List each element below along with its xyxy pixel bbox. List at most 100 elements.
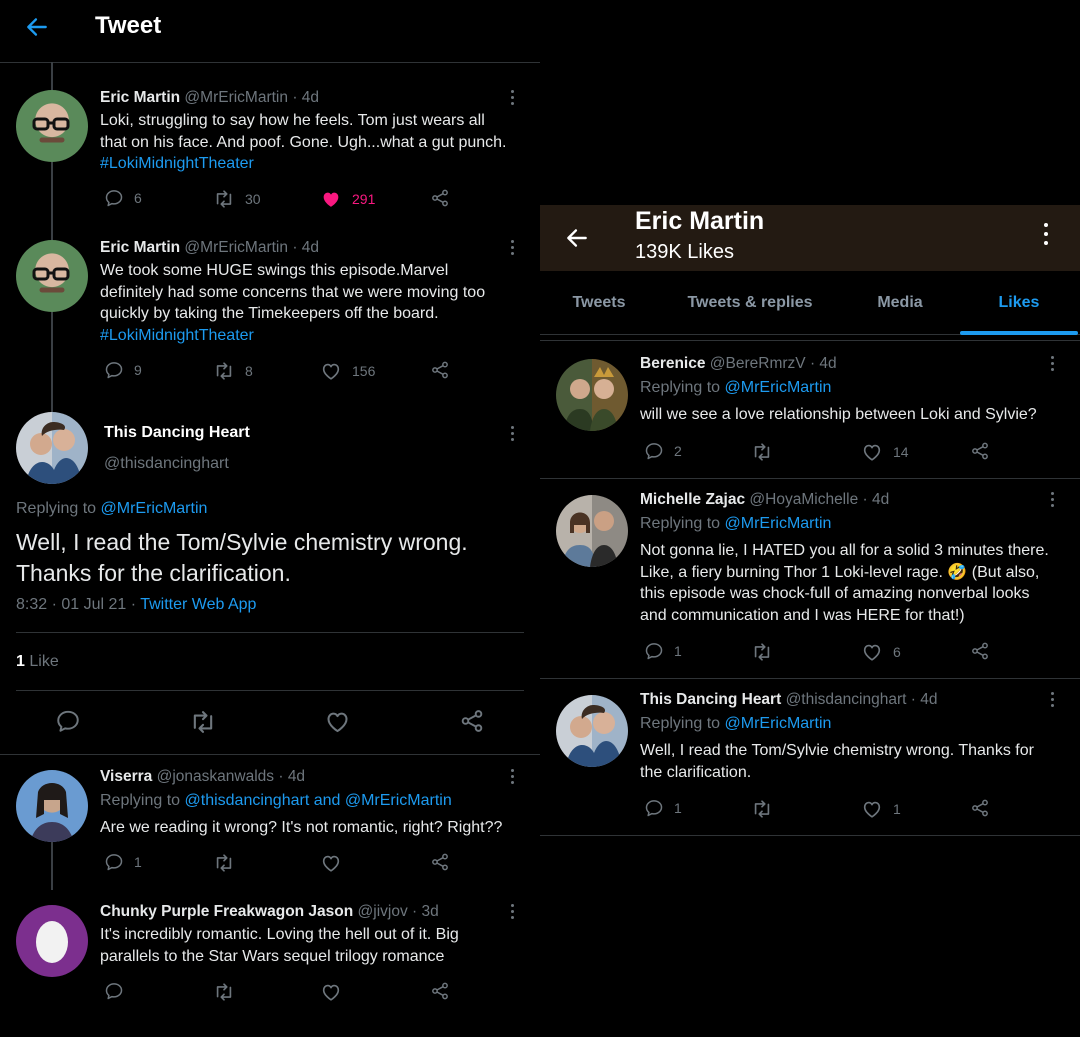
avatar[interactable] (16, 90, 88, 162)
reply-count: 2 (674, 443, 682, 459)
share-button[interactable] (430, 360, 450, 380)
liked-tweet[interactable]: Berenice @BereRmrzV · 4d Replying to @Mr… (540, 343, 1080, 477)
like-button[interactable] (320, 981, 342, 1003)
share-button[interactable] (430, 981, 450, 1001)
more-options-icon[interactable] (511, 769, 515, 787)
retweet-button[interactable]: 8 (213, 360, 253, 382)
reply-button[interactable] (104, 981, 124, 1001)
more-options-icon[interactable] (511, 426, 515, 444)
thread-tweet[interactable]: Eric Martin @MrEricMartin · 4d Loki, str… (0, 80, 540, 230)
author-name[interactable]: Viserra (100, 768, 152, 785)
share-button[interactable] (459, 708, 485, 734)
back-arrow-icon[interactable] (24, 14, 50, 40)
replying-to-link[interactable]: @MrEricMartin (725, 379, 832, 396)
share-icon (430, 852, 450, 872)
author-name[interactable]: Chunky Purple Freakwagon Jason (100, 903, 353, 920)
share-button[interactable] (970, 641, 990, 661)
like-button[interactable]: 156 (320, 360, 375, 382)
reply-button[interactable]: 9 (104, 360, 142, 380)
hashtag-link[interactable]: #LokiMidnightTheater (100, 325, 485, 347)
liked-tweet[interactable]: Michelle Zajac @HoyaMichelle · 4d Replyi… (540, 479, 1080, 677)
replying-to-link[interactable]: @MrEricMartin (101, 500, 208, 517)
replying-to-link[interactable]: @MrEricMartin (725, 515, 832, 532)
author-handle: @BereRmrzV (709, 355, 806, 372)
like-button[interactable]: 1 (861, 798, 901, 820)
tab-likes[interactable]: Likes (960, 272, 1078, 334)
retweet-button[interactable] (213, 981, 235, 1003)
retweet-button[interactable] (189, 708, 217, 736)
replying-to-link[interactable]: @MrEricMartin (725, 715, 832, 732)
more-options-icon[interactable] (511, 90, 515, 108)
retweet-button[interactable] (751, 641, 773, 663)
like-count: 1 (893, 801, 901, 817)
heart-icon (324, 708, 351, 735)
more-options-icon[interactable] (1051, 356, 1055, 374)
more-options-icon[interactable] (1044, 223, 1048, 248)
like-button[interactable]: 291 (320, 188, 375, 210)
more-options-icon[interactable] (1051, 492, 1055, 510)
profile-tabs: Tweets Tweets & replies Media Likes (540, 272, 1080, 335)
like-button[interactable]: 14 (861, 441, 909, 463)
avatar[interactable] (556, 495, 628, 567)
reply-tweet[interactable]: Viserra @jonaskanwalds · 4d Replying to … (0, 760, 540, 890)
avatar[interactable] (16, 412, 88, 484)
liked-tweet[interactable]: This Dancing Heart @thisdancinghart · 4d… (540, 679, 1080, 834)
author-name[interactable]: Eric Martin (100, 239, 180, 256)
divider (16, 690, 524, 691)
author-name[interactable]: Eric Martin (100, 89, 180, 106)
reply-button[interactable] (55, 708, 81, 734)
page-title: Tweet (95, 12, 162, 39)
avatar[interactable] (16, 905, 88, 977)
reply-button[interactable]: 1 (104, 852, 142, 872)
retweet-button[interactable] (213, 852, 235, 874)
avatar[interactable] (16, 770, 88, 842)
back-arrow-icon[interactable] (564, 225, 590, 251)
active-tab-indicator (960, 331, 1078, 335)
author-name[interactable]: This Dancing Heart (104, 424, 250, 442)
like-button[interactable] (320, 852, 342, 874)
share-button[interactable] (430, 188, 450, 208)
share-button[interactable] (430, 852, 450, 872)
share-icon (970, 441, 990, 461)
reply-tweet[interactable]: Chunky Purple Freakwagon Jason @jivjov ·… (0, 895, 540, 1025)
author-name[interactable]: Berenice (640, 355, 705, 372)
tweet-text-line: the clarification. (640, 763, 752, 781)
tweet-time: 4d (819, 355, 837, 372)
like-button[interactable] (324, 708, 351, 735)
author-name[interactable]: Michelle Zajac (640, 491, 745, 508)
reply-button[interactable]: 1 (644, 798, 682, 818)
replying-to-link[interactable]: @thisdancinghart and @MrEricMartin (185, 792, 452, 809)
tweet-header: Tweet (0, 0, 540, 63)
reply-button[interactable]: 6 (104, 188, 142, 208)
author-name[interactable]: This Dancing Heart (640, 691, 781, 708)
like-button[interactable]: 6 (861, 641, 901, 663)
tab-tweets[interactable]: Tweets (540, 272, 658, 334)
retweet-button[interactable] (751, 798, 773, 820)
tweet-author: Viserra @jonaskanwalds · 4d (100, 768, 306, 785)
tweet-text-line: It's incredibly romantic. Loving the hel… (100, 926, 459, 943)
reply-button[interactable]: 1 (644, 641, 682, 661)
share-button[interactable] (970, 441, 990, 461)
replying-to-line: Replying to @MrEricMartin (640, 515, 831, 533)
avatar[interactable] (556, 359, 628, 431)
likes-stat[interactable]: 1 Like (16, 653, 59, 671)
main-tweet: This Dancing Heart @thisdancinghart Repl… (0, 400, 540, 755)
retweet-icon (751, 798, 773, 820)
tab-media[interactable]: Media (850, 272, 950, 334)
author-handle: @thisdancinghart (104, 455, 229, 472)
heart-icon (861, 798, 883, 820)
tweet-source-link[interactable]: Twitter Web App (140, 596, 256, 613)
share-button[interactable] (970, 798, 990, 818)
reply-button[interactable]: 2 (644, 441, 682, 461)
more-options-icon[interactable] (511, 240, 515, 258)
retweet-button[interactable] (751, 441, 773, 463)
avatar[interactable] (556, 695, 628, 767)
avatar[interactable] (16, 240, 88, 312)
thread-tweet[interactable]: Eric Martin @MrEricMartin · 4d We took s… (0, 230, 540, 400)
hashtag-link[interactable]: #LokiMidnightTheater (100, 153, 507, 175)
replying-to-line: Replying to @MrEricMartin (16, 500, 207, 518)
more-options-icon[interactable] (511, 904, 515, 922)
tab-tweets-replies[interactable]: Tweets & replies (668, 272, 832, 334)
more-options-icon[interactable] (1051, 692, 1055, 710)
retweet-button[interactable]: 30 (213, 188, 261, 210)
